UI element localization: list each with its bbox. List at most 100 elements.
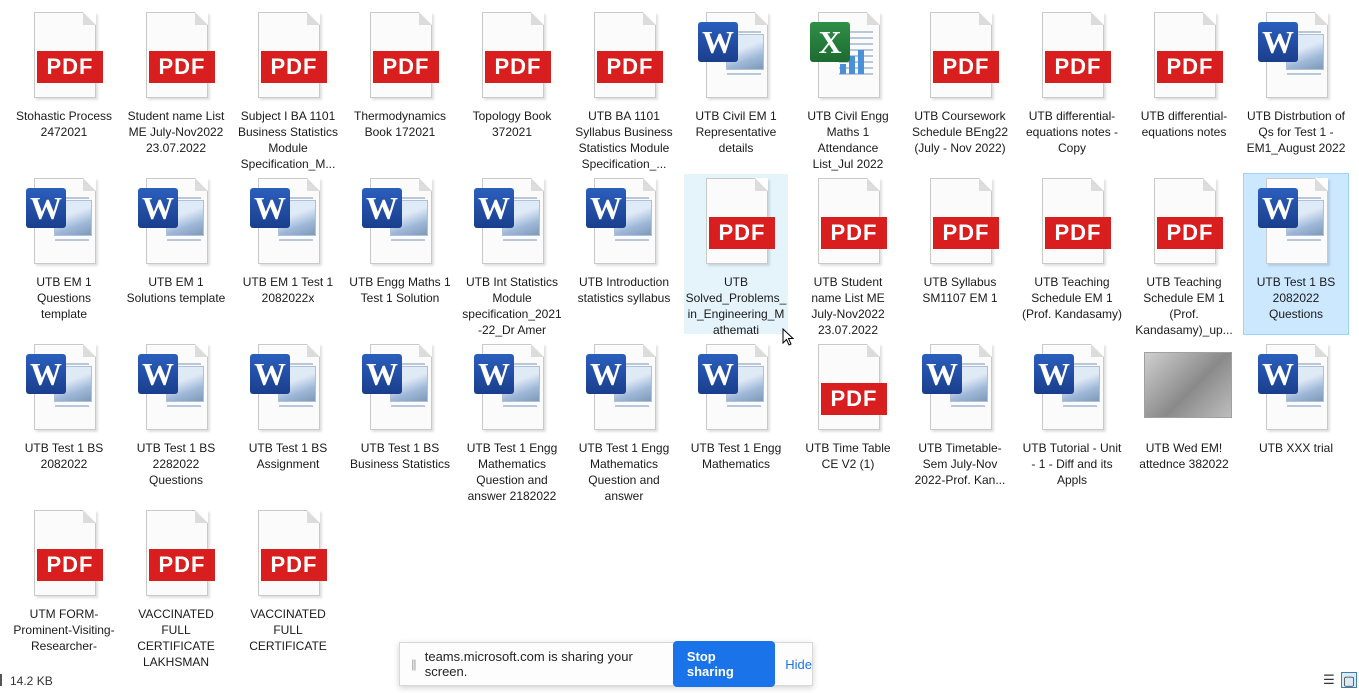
word-file-icon: W <box>360 344 440 432</box>
file-item[interactable]: PDF Subject I BA 1101 Business Statistics… <box>236 8 340 171</box>
stop-sharing-button[interactable]: Stop sharing <box>672 641 776 687</box>
file-item[interactable]: W UTB Test 1 BS 2082022 Questions <box>1243 173 1349 335</box>
pdf-badge: PDF <box>597 51 663 83</box>
word-logo: W <box>1258 22 1298 62</box>
file-item[interactable]: W UTB XXX trial <box>1244 340 1348 500</box>
pdf-badge: PDF <box>709 217 775 249</box>
file-item[interactable]: PDF UTB Student name List ME July-Nov2022… <box>796 174 900 337</box>
file-item[interactable]: X UTB Civil Engg Maths 1 Attendance List_… <box>796 8 900 171</box>
file-item[interactable]: W UTB Int Statistics Module specification… <box>460 174 564 337</box>
file-item[interactable]: W UTB Test 1 BS 2282022 Questions <box>124 340 228 500</box>
file-item[interactable]: PDF VACCINATED FULL CERTIFICATE <box>236 506 340 666</box>
document-page: PDF <box>1154 12 1223 98</box>
file-item[interactable]: W UTB EM 1 Test 1 2082022x <box>236 174 340 334</box>
page-fold <box>867 178 880 191</box>
file-item[interactable]: PDF UTM FORM-Prominent-Visiting-Researche… <box>12 506 116 666</box>
file-item[interactable]: W UTB Test 1 BS 2082022 <box>12 340 116 500</box>
view-switcher: ☰ ▢ <box>1321 672 1357 688</box>
chart-bar <box>840 64 846 74</box>
document-page: PDF <box>930 12 999 98</box>
word-logo: W <box>586 354 626 394</box>
large-icons-view-icon[interactable]: ▢ <box>1341 672 1357 688</box>
page-fold <box>83 178 96 191</box>
page-fold <box>1315 178 1328 191</box>
file-item[interactable]: PDF UTB Teaching Schedule EM 1 (Prof. Kan… <box>1020 174 1124 334</box>
file-item[interactable]: PDF VACCINATED FULL CERTIFICATE LAKHSMAN <box>124 506 228 669</box>
document-page: PDF <box>370 12 439 98</box>
pdf-badge: PDF <box>37 51 103 83</box>
pdf-file-icon: PDF <box>808 344 888 432</box>
file-item[interactable]: W UTB Timetable-Sem July-Nov 2022-Prof. K… <box>908 340 1012 500</box>
file-item[interactable]: PDF UTB Solved_Problems_in_Engineering_Ma… <box>684 174 788 337</box>
file-item[interactable]: PDF UTB Syllabus SM1107 EM 1 <box>908 174 1012 334</box>
document-page: PDF <box>818 178 887 264</box>
file-name: UTB Time Table CE V2 (1) <box>805 441 891 471</box>
file-item[interactable]: W UTB Test 1 BS Assignment <box>236 340 340 500</box>
pdf-file-icon: PDF <box>248 12 328 100</box>
file-item[interactable]: W UTB Test 1 BS Business Statistics <box>348 340 452 500</box>
file-item[interactable]: PDF UTB Coursework Schedule BEng22 (July … <box>908 8 1012 168</box>
file-item[interactable]: PDF UTB differential-equations notes - Co… <box>1020 8 1124 168</box>
page-fold <box>1315 344 1328 357</box>
pdf-badge: PDF <box>933 51 999 83</box>
file-item[interactable]: W UTB Introduction statistics syllabus <box>572 174 676 334</box>
page-fold <box>531 178 544 191</box>
image-thumbnail <box>1144 352 1232 418</box>
pdf-badge: PDF <box>37 549 103 581</box>
pdf-file-icon: PDF <box>360 12 440 100</box>
file-name: UTM FORM-Prominent-Visiting-Researcher- <box>13 607 115 653</box>
file-item[interactable]: W UTB Tutorial - Unit - 1 - Diff and its … <box>1020 340 1124 500</box>
document-page: PDF <box>482 12 551 98</box>
word-logo: W <box>922 354 962 394</box>
file-item[interactable]: PDF UTB Time Table CE V2 (1) <box>796 340 900 500</box>
file-name: UTB BA 1101 Syllabus Business Statistics… <box>575 109 673 171</box>
word-logo: W <box>362 354 402 394</box>
pdf-badge: PDF <box>1045 217 1111 249</box>
file-item[interactable]: W UTB Test 1 Engg Mathematics Question an… <box>572 340 676 503</box>
drag-handle-icon[interactable]: || <box>404 657 423 671</box>
file-item[interactable]: PDF UTB BA 1101 Syllabus Business Statist… <box>572 8 676 171</box>
file-name: UTB Test 1 Engg Mathematics <box>690 441 782 471</box>
document-page: PDF <box>818 344 887 430</box>
file-item[interactable]: W UTB Test 1 Engg Mathematics Question an… <box>460 340 564 503</box>
document-page: PDF <box>146 12 215 98</box>
word-file-icon: W <box>24 178 104 266</box>
file-item[interactable]: W UTB EM 1 Solutions template <box>124 174 228 334</box>
page-fold <box>83 12 96 25</box>
word-logo: W <box>474 188 514 228</box>
pdf-file-icon: PDF <box>1144 178 1224 266</box>
file-item[interactable]: PDF Topology Book 372021 <box>460 8 564 168</box>
pdf-badge: PDF <box>149 549 215 581</box>
file-item[interactable]: PDF Thermodynamics Book 172021 <box>348 8 452 168</box>
pdf-file-icon: PDF <box>584 12 664 100</box>
page-fold <box>867 344 880 357</box>
page-fold <box>643 12 656 25</box>
document-page: PDF <box>1042 178 1111 264</box>
file-item[interactable]: PDF Stohastic Process 2472021 <box>12 8 116 168</box>
file-name: UTB Civil EM 1 Representative details <box>695 109 777 155</box>
hide-button[interactable]: Hide <box>785 657 812 672</box>
file-item[interactable]: PDF UTB differential-equations notes <box>1132 8 1236 168</box>
details-view-icon[interactable]: ☰ <box>1321 672 1337 688</box>
file-item[interactable]: PDF Student name List ME July-Nov2022 23.… <box>124 8 228 168</box>
file-item[interactable]: W UTB Distrbution of Qs for Test 1 - EM1_… <box>1244 8 1348 168</box>
file-name: UTB Test 1 BS 2082022 Questions <box>1256 275 1336 321</box>
file-grid: PDF Stohastic Process 2472021 PDF Student n… <box>8 8 1353 669</box>
file-item[interactable]: W UTB Civil EM 1 Representative details <box>684 8 788 168</box>
word-logo: W <box>138 188 178 228</box>
document-page: PDF <box>1154 178 1223 264</box>
page-fold <box>419 344 432 357</box>
status-divider <box>0 674 2 686</box>
file-item[interactable]: W UTB Test 1 Engg Mathematics <box>684 340 788 500</box>
document-page: PDF <box>258 510 327 596</box>
word-logo: W <box>26 354 66 394</box>
word-logo: W <box>26 188 66 228</box>
pdf-file-icon: PDF <box>1032 178 1112 266</box>
file-name: UTB Test 1 BS 2082022 <box>24 441 104 471</box>
page-fold <box>867 12 880 25</box>
file-item[interactable]: PDF UTB Teaching Schedule EM 1 (Prof. Kan… <box>1132 174 1236 337</box>
file-item[interactable]: UTB Wed EM! attednce 382022 <box>1132 340 1236 500</box>
word-file-icon: W <box>24 344 104 432</box>
file-item[interactable]: W UTB EM 1 Questions template <box>12 174 116 334</box>
file-item[interactable]: W UTB Engg Maths 1 Test 1 Solution <box>348 174 452 334</box>
